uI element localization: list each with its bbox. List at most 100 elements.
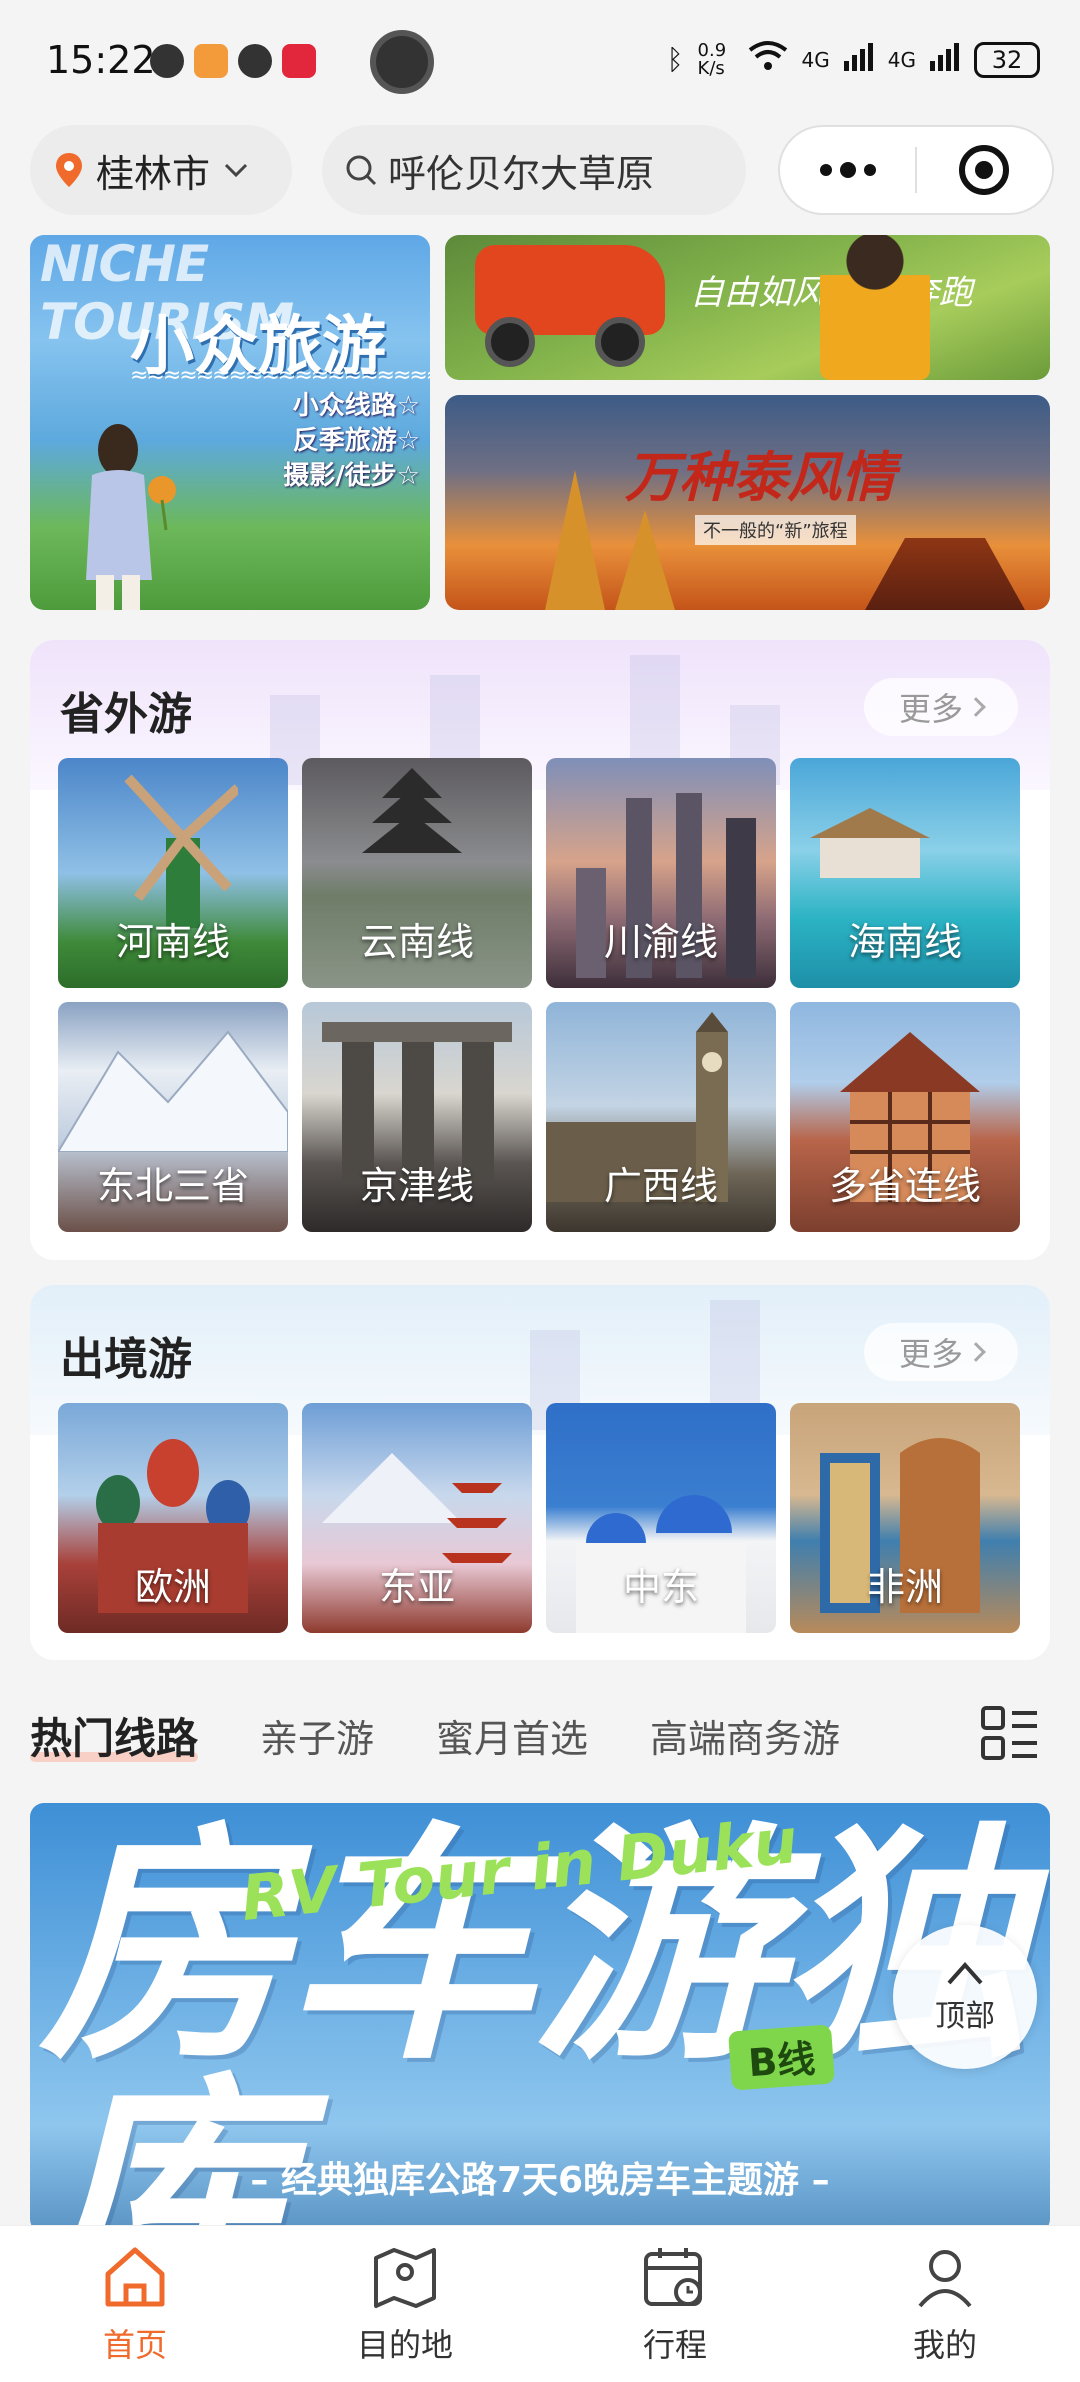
tile-dongbei[interactable]: 东北三省 [58, 1002, 288, 1232]
calendar-clock-icon [644, 2248, 702, 2306]
chevron-down-icon [224, 163, 248, 178]
front-camera [370, 30, 434, 94]
abroad-tours-card: 出境游 更多 欧洲 东亚 中东 非洲 [30, 1285, 1050, 1660]
wifi-icon [748, 40, 788, 79]
tab-honeymoon[interactable]: 蜜月首选 [436, 1708, 588, 1763]
notification-icons [150, 44, 316, 78]
tile-label: 海南线 [847, 920, 962, 964]
banner-line-2: 反季旅游☆ [292, 426, 420, 456]
woman-with-flowers-image [86, 424, 176, 610]
pagoda-icon [362, 768, 462, 853]
app-notification-icon [194, 44, 228, 78]
nav-destination[interactable]: 目的地 [270, 2226, 540, 2382]
tile-hainan[interactable]: 海南线 [790, 758, 1020, 988]
location-pin-icon [56, 153, 82, 187]
tile-label: 云南线 [359, 920, 474, 964]
status-right-icons: ᛒ 0.9 K/s 4G 4G 32 [667, 40, 1040, 79]
battery-icon: 32 [974, 41, 1040, 78]
tab-family[interactable]: 亲子游 [260, 1708, 374, 1763]
tile-chuanyu[interactable]: 川渝线 [546, 758, 776, 988]
thailand-banner[interactable]: 万种泰风情 不一般的“新”旅程 [445, 395, 1050, 610]
banner-line-3: 摄影/徒步☆ [283, 461, 420, 491]
tile-label: 东亚 [378, 1565, 455, 1609]
back-to-top-button[interactable]: 顶部 [893, 1925, 1037, 2069]
golden-pagoda-image [545, 470, 605, 610]
banner-line-1: 小众线路☆ [292, 391, 420, 421]
golden-pagoda-image [615, 510, 675, 610]
tab-business[interactable]: 高端商务游 [650, 1708, 840, 1763]
tile-europe[interactable]: 欧洲 [58, 1403, 288, 1633]
dot-icon [819, 164, 832, 176]
tile-label: 京津线 [359, 1164, 474, 1208]
more-button[interactable]: 更多 [864, 1323, 1018, 1381]
tile-jingjin[interactable]: 京津线 [302, 1002, 532, 1232]
beach-villa-icon [810, 808, 930, 878]
niche-tourism-banner[interactable]: NICHE TOURISM 小众旅游 ≈≈≈≈≈≈≈≈≈≈≈≈≈≈≈≈≈≈≈ 小… [30, 235, 430, 610]
tile-label: 东北三省 [96, 1164, 249, 1208]
wechat-icon [238, 44, 272, 78]
section-title: 省外游 [60, 689, 192, 740]
home-icon [105, 2247, 165, 2307]
chevron-right-icon [966, 1342, 986, 1362]
more-button[interactable]: 更多 [864, 678, 1018, 736]
chevron-right-icon [966, 697, 986, 717]
dot-icon [839, 162, 856, 178]
bottom-nav: 首页 目的地 行程 我的 [0, 2225, 1080, 2382]
tile-middle-east[interactable]: 中东 [546, 1403, 776, 1633]
snow-mountain-icon [58, 1030, 288, 1152]
more-menu-button[interactable] [780, 127, 915, 213]
search-input[interactable]: 呼伦贝尔大草原 [322, 125, 746, 215]
nav-profile[interactable]: 我的 [810, 2226, 1080, 2382]
road-trip-banner[interactable]: 自由如风 尽情奔跑 [445, 235, 1050, 380]
wheel-icon [485, 317, 535, 367]
heart-app-icon [282, 44, 316, 78]
nav-home[interactable]: 首页 [0, 2226, 270, 2382]
city-selector[interactable]: 桂林市 [30, 125, 292, 215]
nav-itinerary[interactable]: 行程 [540, 2226, 810, 2382]
tile-label: 多省连线 [828, 1164, 981, 1208]
close-miniapp-button[interactable] [917, 145, 1052, 195]
net-speed: 0.9 K/s [697, 39, 727, 79]
tile-label: 广西线 [603, 1164, 718, 1208]
alarm-icon [150, 44, 184, 78]
route-tabs: 热门线路 亲子游 蜜月首选 高端商务游 [30, 1685, 1050, 1785]
tab-hot-routes[interactable]: 热门线路 [30, 1705, 199, 1766]
map-icon [374, 2248, 436, 2308]
search-icon [346, 155, 377, 186]
tile-label: 非洲 [866, 1565, 943, 1609]
signal-2-icon [930, 41, 960, 78]
tile-henan[interactable]: 河南线 [58, 758, 288, 988]
tile-east-asia[interactable]: 东亚 [302, 1403, 532, 1633]
bluetooth-icon: ᛒ [666, 43, 684, 76]
nav-label: 行程 [642, 2326, 707, 2364]
tile-label: 川渝线 [603, 920, 718, 964]
tile-multi-province[interactable]: 多省连线 [790, 1002, 1020, 1232]
battery-level: 32 [991, 45, 1023, 74]
nav-label: 我的 [912, 2326, 977, 2364]
running-girl-image [820, 235, 930, 380]
tile-label: 河南线 [115, 920, 230, 964]
tile-label: 欧洲 [134, 1565, 211, 1609]
target-close-icon [959, 145, 1010, 195]
tile-africa[interactable]: 非洲 [790, 1403, 1020, 1633]
tile-guangxi[interactable]: 广西线 [546, 1002, 776, 1232]
arrow-up-icon [947, 1961, 983, 1985]
back-to-top-label: 顶部 [935, 1999, 995, 2034]
more-label: 更多 [898, 1335, 963, 1373]
status-time: 15:22 [46, 38, 156, 82]
banner-title: 万种泰风情 [625, 446, 895, 509]
scroll-content[interactable]: NICHE TOURISM 小众旅游 ≈≈≈≈≈≈≈≈≈≈≈≈≈≈≈≈≈≈≈ 小… [0, 235, 1080, 2225]
top-header: 桂林市 呼伦贝尔大草原 [0, 120, 1080, 235]
status-bar: 15:22 ᛒ 0.9 K/s 4G 4G 32 [0, 0, 1080, 120]
search-placeholder: 呼伦贝尔大草原 [388, 151, 655, 196]
more-label: 更多 [898, 690, 963, 728]
city-name: 桂林市 [96, 151, 211, 196]
category-grid-icon[interactable] [980, 1705, 1040, 1765]
temple-roof-image [865, 538, 1025, 610]
signal-2-label: 4G [887, 47, 916, 72]
wheel-icon [595, 317, 645, 367]
tile-yunnan[interactable]: 云南线 [302, 758, 532, 988]
nav-label: 目的地 [356, 2326, 453, 2364]
banner-footer: – 经典独库公路7天6晚房车主题游 – [250, 2160, 830, 2201]
tile-label: 中东 [622, 1565, 699, 1609]
